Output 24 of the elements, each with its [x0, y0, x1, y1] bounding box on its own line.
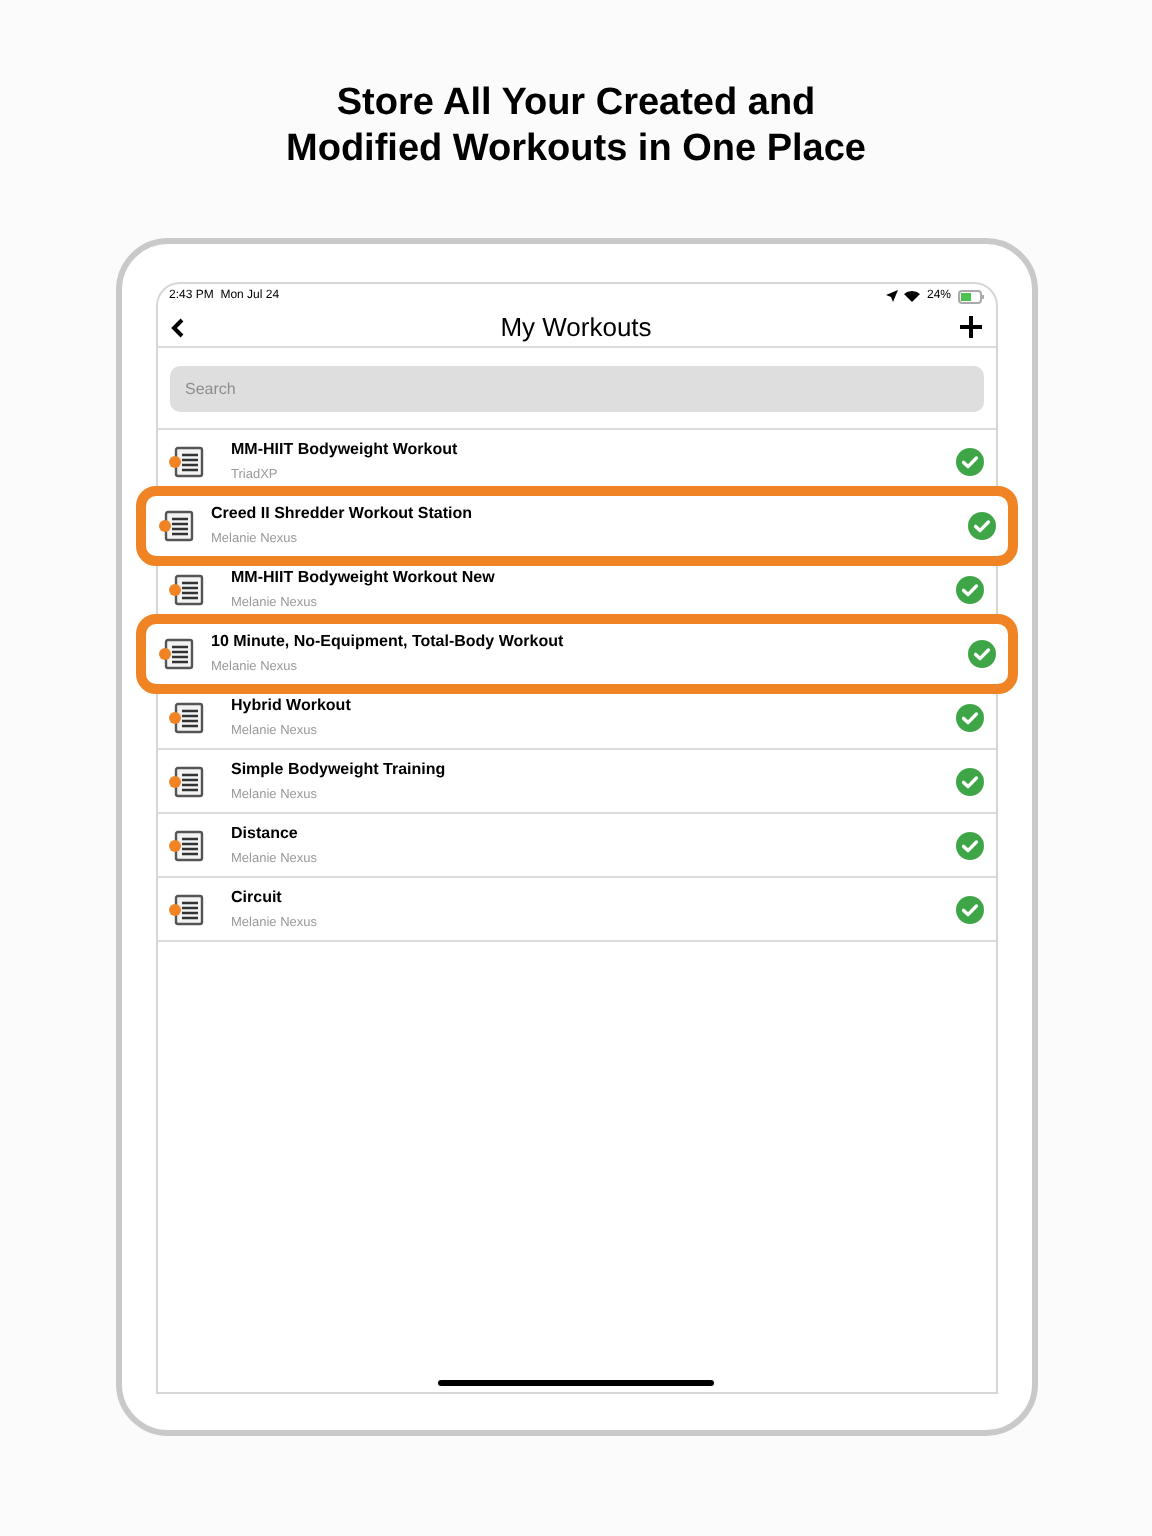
workout-title: Creed II Shredder Workout Station — [211, 504, 475, 524]
workout-list-icon — [167, 765, 203, 797]
headline-text: Store All Your Created and — [336, 80, 816, 126]
workout-title: Simple Bodyweight Training — [231, 759, 448, 779]
workout-list-icon — [167, 829, 203, 861]
battery-icon — [957, 289, 983, 303]
workout-list-icon — [157, 638, 193, 670]
nav-title: My Workouts — [500, 309, 652, 346]
workout-list-icon — [167, 701, 203, 733]
add-button[interactable] — [958, 313, 983, 341]
workout-title: MM-HIIT Bodyweight Workout New — [231, 567, 497, 587]
workout-list-icon — [157, 510, 193, 542]
workout-title: Circuit — [231, 887, 284, 907]
workout-title: Distance — [231, 823, 300, 843]
headline-text: Modified Workouts in One Place — [286, 126, 866, 172]
workout-title: Hybrid Workout — [231, 695, 353, 715]
workout-title: MM-HIIT Bodyweight Workout — [231, 439, 460, 459]
workout-list-icon — [167, 445, 203, 477]
workout-title: 10 Minute, No-Equipment, Total-Body Workout — [211, 632, 566, 652]
workout-list-icon — [167, 893, 203, 925]
workout-list-icon — [167, 573, 203, 605]
search-field[interactable]: Search — [169, 366, 983, 412]
location-icon — [886, 290, 899, 302]
wifi-icon — [904, 290, 921, 302]
